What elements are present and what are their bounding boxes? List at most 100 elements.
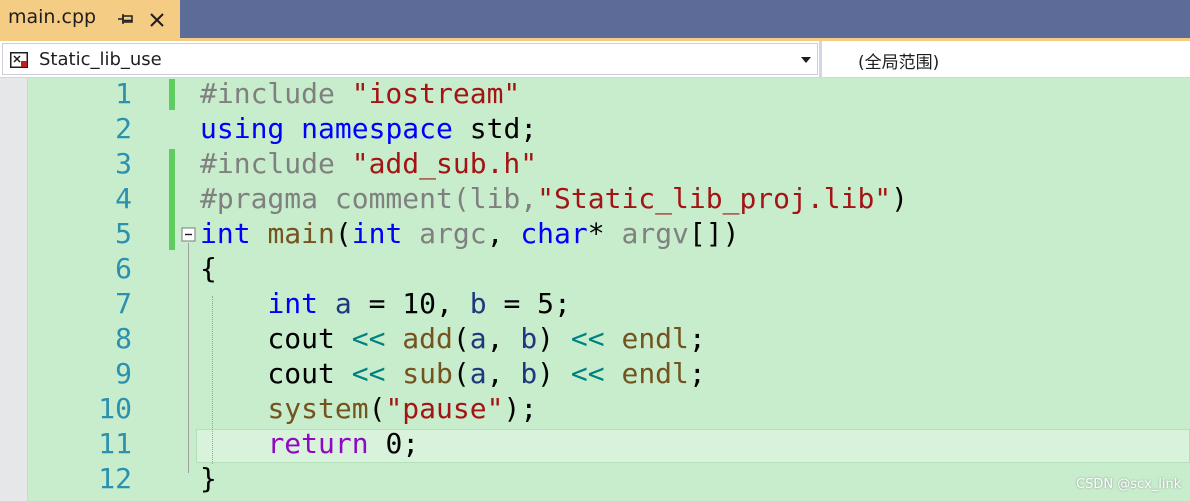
code-token: ; (688, 357, 706, 390)
code-token: << (351, 322, 386, 355)
code-token: sub (402, 357, 453, 390)
navigation-bar: Static_lib_use (全局范围) (0, 41, 1190, 78)
project-dropdown[interactable]: Static_lib_use (2, 43, 818, 75)
code-token: << (351, 357, 386, 390)
code-token: char (520, 217, 588, 250)
code-token: return (267, 427, 369, 460)
code-token: "iostream" (351, 77, 521, 110)
code-line[interactable]: cout << add(a, b) << endl; (200, 321, 706, 356)
code-token: ) (891, 182, 909, 215)
code-token: []) (688, 217, 740, 250)
code-token: argv (621, 217, 689, 250)
line-number: 1 (115, 77, 132, 110)
editor-margin (0, 78, 28, 501)
change-bar (169, 79, 175, 110)
line-number: 2 (115, 112, 132, 145)
code-line[interactable]: #include "iostream" (200, 76, 520, 111)
code-token: add (402, 322, 453, 355)
nav-divider (819, 41, 822, 78)
code-line[interactable]: system("pause"); (200, 391, 537, 426)
line-number: 6 (115, 252, 132, 285)
code-token: system (267, 392, 369, 425)
line-number: 7 (115, 287, 132, 320)
code-token: namespace (301, 112, 453, 145)
code-token: ( (368, 392, 386, 425)
code-token: #pragma comment(lib, (200, 182, 538, 215)
code-token: << (570, 322, 605, 355)
close-icon[interactable] (149, 12, 165, 28)
line-number: 11 (98, 427, 132, 460)
project-label: Static_lib_use (39, 49, 162, 70)
scope-dropdown[interactable]: (全局范围) (858, 48, 939, 73)
code-token: main (267, 217, 335, 250)
tab-title: main.cpp (8, 6, 97, 28)
code-token: ; (688, 322, 706, 355)
code-token: ); (503, 392, 538, 425)
code-token: argc (419, 217, 487, 250)
tab-bar: main.cpp (0, 0, 1190, 38)
chevron-down-icon[interactable] (801, 57, 811, 63)
code-line[interactable]: #include "add_sub.h" (200, 146, 537, 181)
code-token: ( (452, 357, 470, 390)
code-line[interactable]: cout << sub(a, b) << endl; (200, 356, 706, 391)
code-token: b (520, 357, 538, 390)
line-number: 3 (115, 147, 132, 180)
line-number: 12 (98, 462, 132, 495)
code-token: ) (537, 322, 571, 355)
code-line[interactable]: return 0; (200, 426, 419, 461)
code-token: a (469, 322, 487, 355)
code-token: endl (621, 322, 689, 355)
code-line[interactable]: } (200, 461, 217, 496)
code-token: ) (537, 357, 571, 390)
project-icon (10, 52, 28, 68)
code-token: #include (200, 77, 352, 110)
code-token: cout (200, 322, 352, 355)
code-token: #include (200, 147, 352, 180)
code-token: "add_sub.h" (351, 147, 538, 180)
code-token: , (486, 357, 521, 390)
code-token: } (200, 462, 217, 495)
collapse-icon[interactable] (181, 227, 196, 242)
code-token: int (200, 217, 251, 250)
code-token: a (334, 287, 352, 320)
code-line[interactable]: int main(int argc, char* argv[]) (200, 216, 740, 251)
code-token: endl (621, 357, 689, 390)
code-token: std; (452, 112, 538, 145)
code-line[interactable]: int a = 10, b = 5; (200, 286, 571, 321)
code-line[interactable]: using namespace std; (200, 111, 537, 146)
outline-line (188, 243, 189, 473)
change-bar (169, 149, 175, 250)
line-number: 8 (115, 322, 132, 355)
pin-icon[interactable] (118, 13, 134, 27)
code-token: a (469, 357, 487, 390)
code-token: 0; (368, 427, 420, 460)
code-token: = 5; (486, 287, 571, 320)
line-number: 5 (115, 217, 132, 250)
code-token: ( (334, 217, 352, 250)
code-token: , (486, 322, 521, 355)
code-token: * (587, 217, 622, 250)
line-number: 10 (98, 392, 132, 425)
code-token: b (520, 322, 538, 355)
line-number: 9 (115, 357, 132, 390)
code-line[interactable]: { (200, 251, 217, 286)
code-token: { (200, 252, 217, 285)
tab-main-cpp[interactable]: main.cpp (0, 0, 180, 38)
code-token: int (351, 217, 403, 250)
code-token: ( (452, 322, 470, 355)
code-token: b (469, 287, 487, 320)
code-token: "Static_lib_proj.lib" (537, 182, 892, 215)
code-token: "pause" (385, 392, 504, 425)
code-line[interactable]: #pragma comment(lib,"Static_lib_proj.lib… (200, 181, 908, 216)
code-token: using (200, 112, 285, 145)
watermark: CSDN @scx_link (1076, 477, 1182, 492)
